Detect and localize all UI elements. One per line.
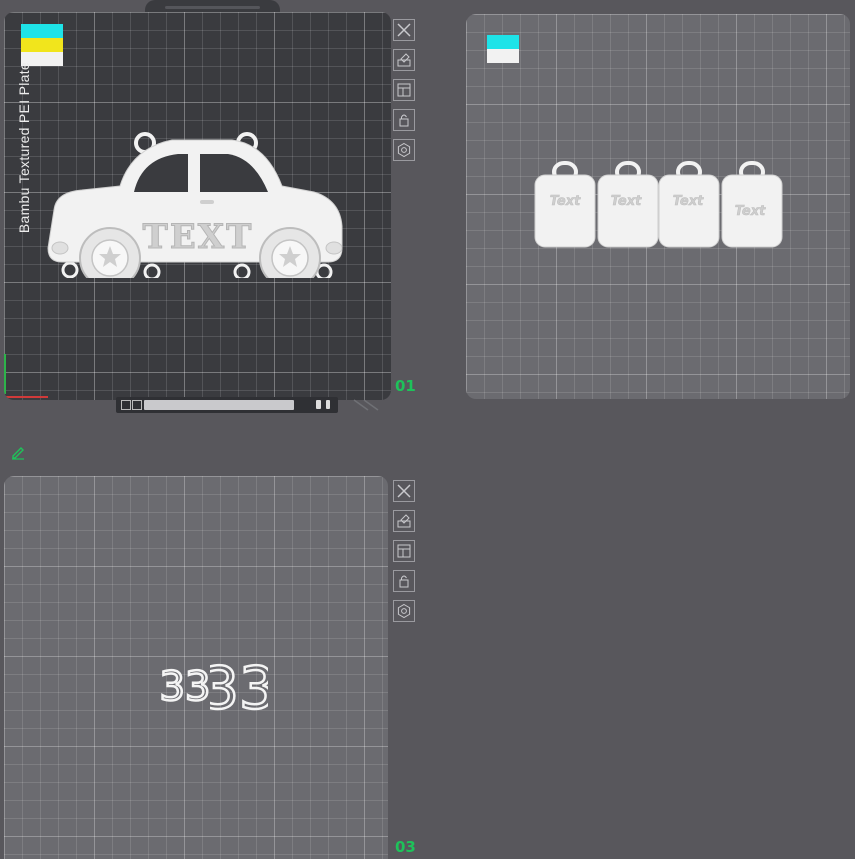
settings-icon <box>397 142 411 158</box>
arrange-icon <box>397 83 411 97</box>
car-plate-text: TEXT <box>143 217 254 257</box>
keychain-tag-2[interactable]: Text <box>596 161 660 251</box>
tag-text: Text <box>611 194 642 209</box>
car-plate-model[interactable]: TEXT <box>42 130 348 278</box>
layout-icon[interactable] <box>132 400 142 410</box>
arrange-button[interactable] <box>393 79 415 101</box>
number-33-large[interactable]: 33 <box>210 656 268 716</box>
auto-orient-button[interactable] <box>393 510 415 532</box>
arrange-icon <box>397 544 411 558</box>
plate-3-toolbar <box>393 480 417 630</box>
plate-number: 01 <box>395 377 416 395</box>
plate-2-filament-swatch <box>487 35 519 63</box>
settings-icon <box>397 603 411 619</box>
keychain-tag-3[interactable]: Text <box>657 161 721 251</box>
plate-3[interactable]: 33 33 <box>4 476 388 859</box>
filament-color-1 <box>487 35 519 49</box>
tag-text: Text <box>735 204 766 219</box>
filament-color-1 <box>21 24 63 38</box>
lock-icon <box>399 114 409 127</box>
svg-text:33: 33 <box>160 666 211 708</box>
keychain-tag-1[interactable]: Text <box>533 161 597 251</box>
arrange-button[interactable] <box>393 540 415 562</box>
close-button[interactable] <box>393 19 415 41</box>
close-icon <box>397 484 411 498</box>
auto-orient-button[interactable] <box>393 49 415 71</box>
tag-text: Text <box>550 194 581 209</box>
auto-orient-icon <box>397 514 411 528</box>
axis-x-marker <box>4 396 48 398</box>
lock-icon <box>399 575 409 588</box>
keychain-tag-4[interactable]: Text <box>720 161 784 251</box>
number-33-small[interactable]: 33 <box>156 666 214 708</box>
close-icon <box>397 23 411 37</box>
plate-1[interactable]: Bambu Textured PEI Plate TEXT <box>4 12 391 400</box>
plate-settings-button[interactable] <box>393 139 415 161</box>
plate-type-label: Bambu Textured PEI Plate <box>16 62 32 234</box>
svg-text:33: 33 <box>210 656 268 716</box>
close-button[interactable] <box>393 480 415 502</box>
plate-number: 03 <box>395 838 416 856</box>
edit-icon[interactable] <box>10 444 26 460</box>
plate-1-toolbar <box>393 19 417 169</box>
filament-color-2 <box>487 49 519 63</box>
auto-orient-icon <box>397 53 411 67</box>
axis-origin-marker <box>4 354 6 394</box>
plate-1-status-bar <box>116 397 338 413</box>
plate-2[interactable]: Text Text Text Text <box>466 14 850 399</box>
filament-color-2 <box>21 38 63 52</box>
filament-icon[interactable] <box>316 400 321 409</box>
view-icon[interactable] <box>121 400 131 410</box>
more-icon[interactable] <box>326 400 330 409</box>
lock-button[interactable] <box>393 109 415 131</box>
plate-corner-marker <box>353 399 379 411</box>
plate-settings-button[interactable] <box>393 600 415 622</box>
plate-1-filament-swatch <box>21 24 63 66</box>
lock-button[interactable] <box>393 570 415 592</box>
plate-name-field[interactable] <box>144 400 294 410</box>
tag-text: Text <box>673 194 704 209</box>
